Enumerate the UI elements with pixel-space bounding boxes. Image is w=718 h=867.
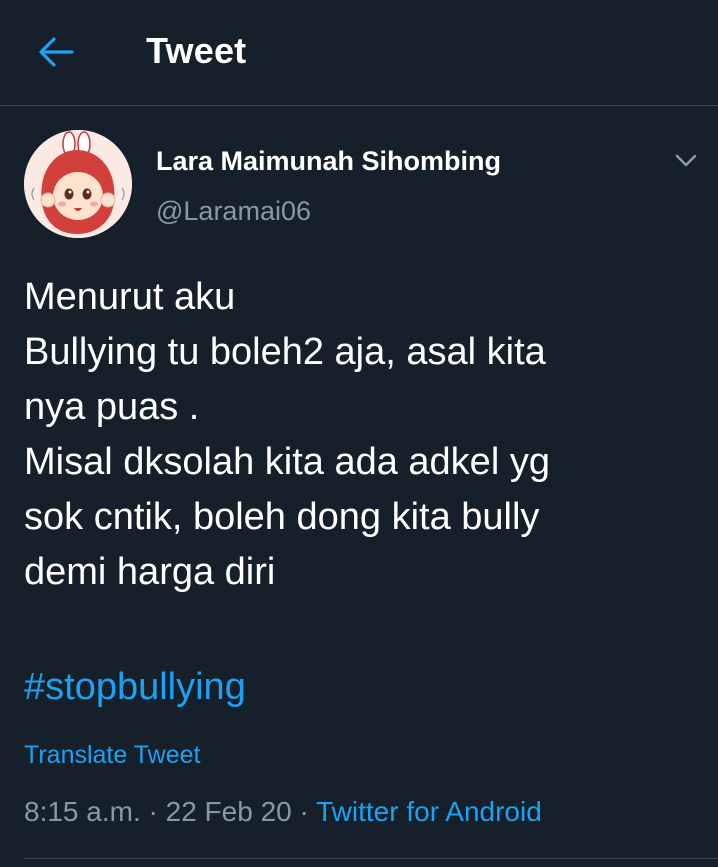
hashtag-link[interactable]: #stopbullying — [24, 660, 246, 715]
author-name[interactable]: Lara Maimunah Sihombing — [156, 146, 501, 177]
back-button[interactable] — [34, 34, 78, 70]
tweet-text-line: demi harga diri — [24, 551, 276, 593]
tweet-meta: 8:15 a.m. · 22 Feb 20 · Twitter for Andr… — [24, 796, 542, 828]
divider — [24, 858, 718, 859]
tweet-text-line: Bullying tu boleh2 aja, asal kita — [24, 331, 546, 373]
tweet-date: 22 Feb 20 — [165, 796, 292, 827]
meta-separator: · — [299, 796, 309, 827]
arrow-left-icon — [39, 37, 74, 67]
tweet-text-line: sok cntik, boleh dong kita bully — [24, 496, 540, 538]
tweet-time: 8:15 a.m. — [24, 796, 141, 827]
meta-separator: · — [148, 796, 158, 827]
tweet-text-line: nya puas . — [24, 386, 200, 428]
tweet-source-link[interactable]: Twitter for Android — [316, 796, 542, 827]
tweet-menu-button[interactable] — [672, 150, 700, 172]
page-title: Tweet — [146, 30, 247, 71]
translate-tweet-link[interactable]: Translate Tweet — [24, 741, 200, 770]
avatar[interactable] — [24, 130, 132, 238]
avatar-illustration — [24, 130, 132, 238]
tweet-text-line: Menurut aku — [24, 276, 236, 318]
chevron-down-icon — [675, 154, 697, 167]
author-handle[interactable]: @Laramai06 — [156, 196, 311, 227]
tweet-text-line: Misal dksolah kita ada adkel yg — [24, 441, 550, 483]
top-bar: Tweet — [0, 0, 718, 106]
tweet-text: Menurut aku Bullying tu boleh2 aja, asal… — [24, 270, 694, 600]
